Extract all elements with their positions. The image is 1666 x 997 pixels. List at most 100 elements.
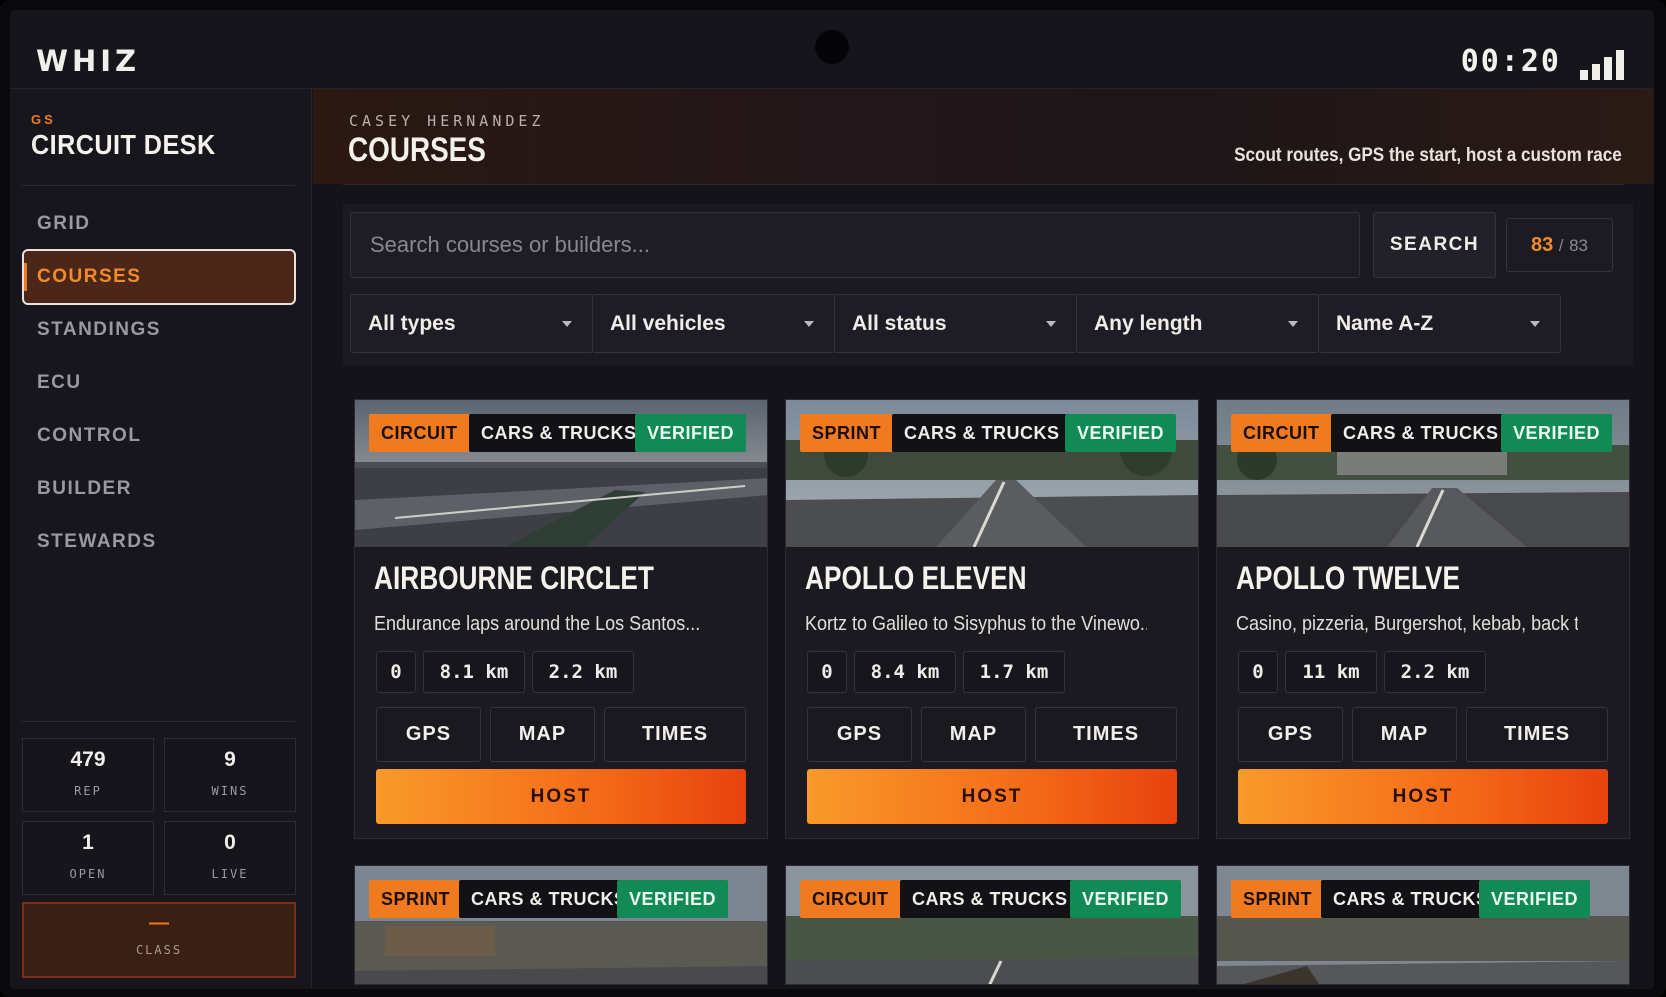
vehicle-class-tag: CARS & TRUCKS [1331, 414, 1511, 452]
stat-value: 0 [224, 831, 236, 854]
course-stat-chip: 8.1 km [423, 651, 525, 693]
map-button[interactable]: MAP [921, 707, 1026, 762]
select-value: All status [852, 312, 947, 335]
main-content: CASEY HERNANDEZ COURSES Scout routes, GP… [313, 89, 1654, 989]
stat-wins: 9 WINS [164, 738, 296, 812]
caret-down-icon [1046, 321, 1056, 327]
course-card[interactable]: CIRCUIT CARS & TRUCKS VERIFIED AIRBOURNE… [354, 399, 768, 839]
class-value: — [149, 912, 169, 934]
course-type-tag: CIRCUIT [369, 414, 470, 452]
camera-notch [815, 30, 849, 64]
course-stat-chip: 2.2 km [532, 651, 634, 693]
verified-tag: VERIFIED [1501, 414, 1613, 452]
caret-down-icon [1288, 321, 1298, 327]
course-card[interactable]: CIRCUIT CARS & TRUCKS VERIFIED [785, 865, 1199, 985]
sidebar-item-control[interactable]: CONTROL [22, 408, 296, 464]
stat-label: REP [74, 784, 102, 798]
verified-tag: VERIFIED [635, 414, 747, 452]
course-type-tag: CIRCUIT [800, 880, 901, 918]
sidebar-item-builder[interactable]: BUILDER [22, 461, 296, 517]
host-button[interactable]: HOST [376, 769, 746, 824]
gps-button[interactable]: GPS [1238, 707, 1343, 762]
brand-title: CIRCUIT DESK [31, 129, 216, 160]
course-description: Kortz to Galileo to Sisyphus to the Vine… [805, 613, 1147, 635]
app-logo: WHIZ [36, 44, 141, 78]
map-button[interactable]: MAP [490, 707, 595, 762]
verified-tag: VERIFIED [1065, 414, 1177, 452]
result-count: 83 / 83 [1506, 218, 1613, 272]
host-button[interactable]: HOST [1238, 769, 1608, 824]
sidebar-item-stewards[interactable]: STEWARDS [22, 514, 296, 570]
verified-tag: VERIFIED [617, 880, 729, 918]
search-input[interactable] [350, 212, 1360, 278]
page-header: CASEY HERNANDEZ COURSES Scout routes, GP… [313, 89, 1654, 184]
course-name: APOLLO TWELVE [1236, 560, 1461, 596]
gps-button[interactable]: GPS [376, 707, 481, 762]
host-button[interactable]: HOST [807, 769, 1177, 824]
course-stat-chip: 2.2 km [1384, 651, 1486, 693]
course-type-tag: SPRINT [800, 414, 894, 452]
screen: WHIZ 00:20 GS CIRCUIT DESK GRID COURSES … [10, 10, 1654, 989]
sidebar-item-grid[interactable]: GRID [22, 196, 296, 252]
sidebar-item-ecu[interactable]: ECU [22, 355, 296, 411]
times-button[interactable]: TIMES [604, 707, 746, 762]
select-value: Name A-Z [1336, 312, 1434, 335]
course-stat-chip: 1.7 km [963, 651, 1065, 693]
stat-label: LIVE [211, 867, 249, 881]
caret-down-icon [804, 321, 814, 327]
times-button[interactable]: TIMES [1466, 707, 1608, 762]
divider [22, 721, 295, 722]
course-stat-chip: 0 [376, 651, 416, 693]
sidebar: GS CIRCUIT DESK GRID COURSES STANDINGS E… [10, 89, 312, 989]
course-card[interactable]: SPRINT CARS & TRUCKS VERIFIED [1216, 865, 1630, 985]
sidebar-item-standings[interactable]: STANDINGS [22, 302, 296, 358]
vehicle-class-tag: CARS & TRUCKS [1321, 880, 1501, 918]
vehicle-class-tag: CARS & TRUCKS [900, 880, 1080, 918]
sidebar-item-courses[interactable]: COURSES [22, 249, 296, 305]
course-stat-chip: 11 km [1285, 651, 1377, 693]
course-card[interactable]: SPRINT CARS & TRUCKS VERIFIED APOLLO ELE… [785, 399, 1199, 839]
page-title: COURSES [348, 131, 486, 169]
verified-tag: VERIFIED [1479, 880, 1591, 918]
search-button[interactable]: SEARCH [1373, 212, 1496, 278]
sort-select[interactable]: Name A-Z [1318, 294, 1561, 353]
divider [343, 184, 1624, 185]
stat-value: 9 [224, 748, 236, 771]
course-card[interactable]: SPRINT CARS & TRUCKS VERIFIED [354, 865, 768, 985]
status-filter-select[interactable]: All status [834, 294, 1077, 353]
stat-live: 0 LIVE [164, 821, 296, 895]
course-description: Casino, pizzeria, Burgershot, kebab, bac… [1236, 613, 1578, 635]
class-selector[interactable]: — CLASS [22, 902, 296, 978]
course-name: APOLLO ELEVEN [805, 560, 1027, 596]
page-tagline: Scout routes, GPS the start, host a cust… [1234, 145, 1622, 166]
select-value: All types [368, 312, 456, 335]
vehicle-class-tag: CARS & TRUCKS [469, 414, 649, 452]
class-label: CLASS [135, 943, 183, 957]
caret-down-icon [1530, 321, 1540, 327]
gps-button[interactable]: GPS [807, 707, 912, 762]
result-count-total: 83 [1569, 236, 1589, 255]
map-button[interactable]: MAP [1352, 707, 1457, 762]
length-filter-select[interactable]: Any length [1076, 294, 1319, 353]
result-count-shown: 83 [1530, 234, 1554, 256]
stat-value: 1 [82, 831, 94, 854]
course-stat-chip: 8.4 km [854, 651, 956, 693]
stat-label: OPEN [69, 867, 107, 881]
times-button[interactable]: TIMES [1035, 707, 1177, 762]
course-name: AIRBOURNE CIRCLET [374, 560, 654, 596]
select-value: All vehicles [610, 312, 726, 335]
stat-label: WINS [211, 784, 249, 798]
stat-value: 479 [70, 748, 106, 771]
course-card[interactable]: CIRCUIT CARS & TRUCKS VERIFIED APOLLO TW… [1216, 399, 1630, 839]
verified-tag: VERIFIED [1070, 880, 1182, 918]
filter-panel: SEARCH 83 / 83 All types All vehicles Al… [343, 204, 1633, 366]
tablet-frame: WHIZ 00:20 GS CIRCUIT DESK GRID COURSES … [0, 0, 1666, 997]
course-type-tag: SPRINT [1231, 880, 1325, 918]
course-stat-chip: 0 [1238, 651, 1278, 693]
type-filter-select[interactable]: All types [350, 294, 593, 353]
vehicle-class-tag: CARS & TRUCKS [892, 414, 1072, 452]
clock: 00:20 [1460, 44, 1561, 79]
vehicle-filter-select[interactable]: All vehicles [592, 294, 835, 353]
top-bar: WHIZ 00:20 [10, 10, 1654, 89]
divider [22, 185, 295, 186]
